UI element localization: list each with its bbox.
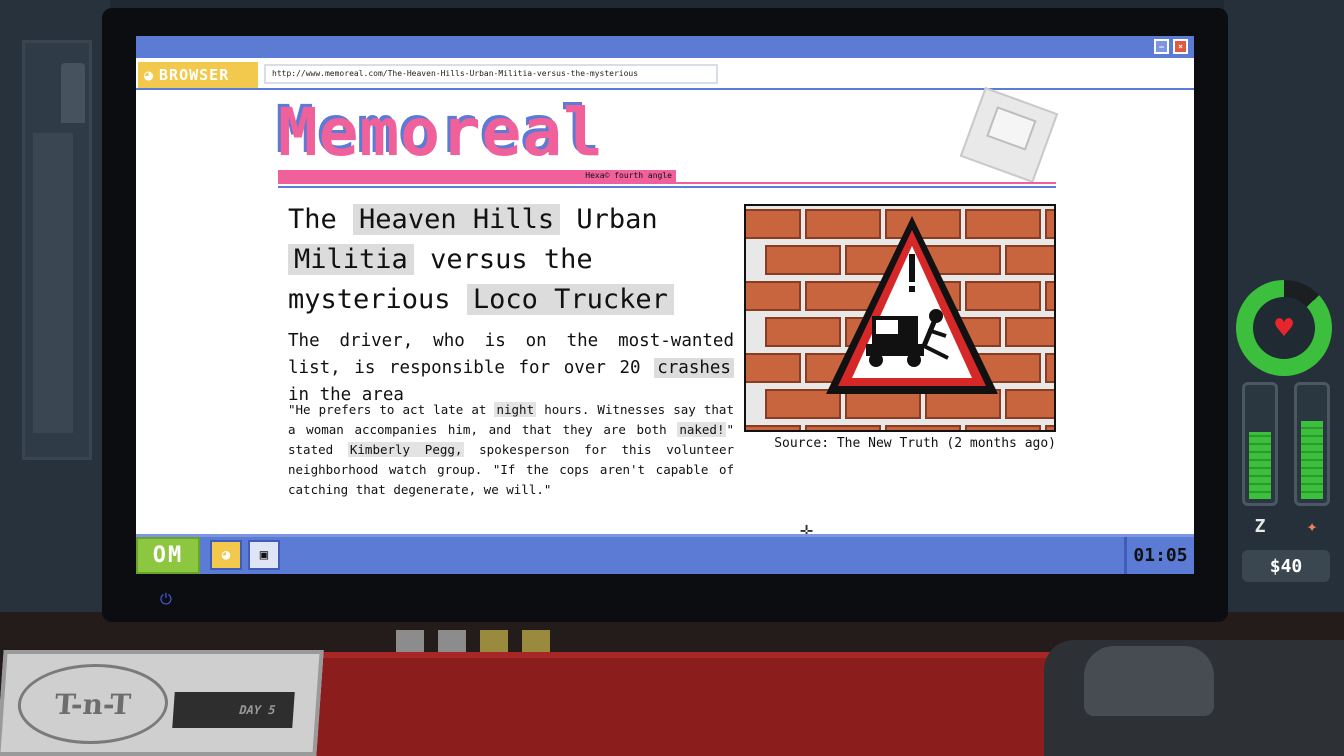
money-display: $40 bbox=[1242, 550, 1330, 582]
address-bar: ◕ BROWSER http://www.memoreal.com/The-He… bbox=[136, 58, 1194, 90]
article-subheadline: The driver, who is on the most-wanted li… bbox=[288, 328, 734, 409]
headline-text: The bbox=[288, 204, 337, 235]
notebook-logo: T-n-T bbox=[15, 664, 171, 744]
desk: T-n-T DAY 5 bbox=[0, 612, 1344, 756]
keyword-naked[interactable]: naked! bbox=[677, 422, 727, 437]
sleep-icon: Z bbox=[1254, 515, 1266, 537]
keyword-night[interactable]: night bbox=[494, 402, 537, 417]
site-tagline: Hexa© fourth angle bbox=[581, 170, 676, 182]
body-text: "He prefers to act late at bbox=[288, 402, 487, 417]
keyword-heaven-hills[interactable]: Heaven Hills bbox=[353, 204, 561, 235]
taskbar-browser-icon[interactable]: ◕ bbox=[210, 540, 242, 570]
taskbar: OM ◕ ▣ 01:05 bbox=[136, 534, 1194, 574]
masthead-bar: Hexa© fourth angle bbox=[278, 170, 676, 182]
keyword-militia[interactable]: Militia bbox=[288, 244, 414, 275]
browser-tab-label: BROWSER bbox=[159, 66, 230, 84]
article-headline: The Heaven Hills Urban Militia versus th… bbox=[288, 200, 738, 320]
newspaper-icon bbox=[959, 86, 1059, 184]
drumstick-icon: ✦ bbox=[1306, 515, 1318, 537]
header-rule bbox=[278, 182, 1056, 188]
notebook-day-label: DAY 5 bbox=[172, 692, 295, 728]
article-image bbox=[744, 204, 1056, 432]
sleep-meter-fill bbox=[1249, 432, 1271, 499]
food-meter bbox=[1294, 382, 1330, 506]
notebook[interactable]: T-n-T DAY 5 bbox=[0, 650, 324, 756]
webpage: Memoreal Hexa© fourth angle The Heaven H… bbox=[136, 86, 1194, 542]
monitor: ⏻ – × ◕ BROWSER http://www.memoreal.com/… bbox=[102, 8, 1228, 622]
browser-icon: ◕ bbox=[144, 66, 154, 84]
headline-text: Urban bbox=[576, 204, 658, 235]
site-logo[interactable]: Memoreal bbox=[278, 100, 676, 166]
phone-handset[interactable] bbox=[1084, 646, 1214, 716]
water-tower bbox=[61, 63, 85, 123]
image-caption: Source: The New Truth (2 months ago) bbox=[774, 436, 1056, 451]
city-building bbox=[33, 133, 73, 433]
url-input[interactable]: http://www.memoreal.com/The-Heaven-Hills… bbox=[264, 64, 718, 84]
heart-icon: ♥ bbox=[1253, 297, 1315, 359]
status-hud: ♥ Z ✦ $40 bbox=[1236, 280, 1336, 590]
telephone[interactable] bbox=[1044, 640, 1344, 756]
room-wall-left bbox=[0, 0, 110, 620]
start-button[interactable]: OM bbox=[136, 537, 200, 574]
power-icon[interactable]: ⏻ bbox=[160, 590, 172, 608]
screen: – × ◕ BROWSER http://www.memoreal.com/Th… bbox=[136, 36, 1194, 574]
site-masthead: Memoreal Hexa© fourth angle bbox=[278, 100, 676, 182]
keyword-kimberly-pegg[interactable]: Kimberly Pegg, bbox=[347, 442, 465, 457]
keyword-crashes[interactable]: crashes bbox=[654, 358, 734, 378]
keyword-loco-trucker[interactable]: Loco Trucker bbox=[466, 284, 674, 315]
taskbar-clock: 01:05 bbox=[1124, 537, 1194, 574]
minimize-button[interactable]: – bbox=[1154, 39, 1169, 54]
article-body: "He prefers to act late at night hours. … bbox=[288, 400, 734, 500]
window-titlebar: – × bbox=[136, 36, 1194, 58]
warning-sign-illustration bbox=[746, 206, 1054, 430]
desk-mat bbox=[300, 652, 1060, 756]
food-meter-fill bbox=[1301, 421, 1323, 499]
sleep-meter bbox=[1242, 382, 1278, 506]
health-ring: ♥ bbox=[1236, 280, 1332, 376]
close-button[interactable]: × bbox=[1173, 39, 1188, 54]
taskbar-dog-app-icon[interactable]: ▣ bbox=[248, 540, 280, 570]
room-window bbox=[22, 40, 92, 460]
browser-tab[interactable]: ◕ BROWSER bbox=[138, 62, 258, 88]
